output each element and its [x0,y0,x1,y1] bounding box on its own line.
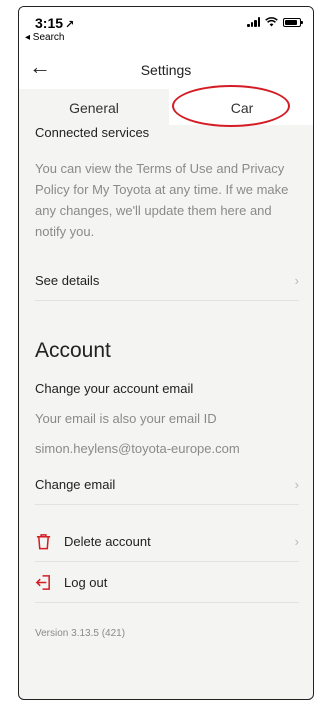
log-out-label: Log out [64,574,108,590]
page-title: Settings [140,62,192,78]
clock-text: 3:15 [35,15,64,31]
trash-icon [36,533,51,549]
change-email-title: Change your account email [35,381,194,396]
location-icon: ↗ [65,19,75,31]
nav-header: ← Settings [19,51,313,89]
logout-icon [35,574,50,590]
phone-screen: 3:15 ↗ ◂ Search ← Settings Car General Co… [18,6,314,700]
version-text: Version 3.13.5 (421) [35,628,126,639]
delete-account-group: Delete account [35,533,151,550]
settings-tabs: Car General [19,89,313,125]
log-out-row[interactable]: Log out [35,562,299,603]
email-value: simon.heylens@toyota-europe.com [35,441,240,456]
account-title: Account [35,339,111,362]
back-to-search-link[interactable]: ◂ Search [25,32,64,43]
tab-car-label: Car [230,100,254,116]
tab-general-label: General [69,100,119,116]
chevron-right-icon: › [294,476,299,492]
email-note: Your email is also your email ID [35,411,217,426]
wifi-icon [265,17,278,27]
see-details-row[interactable]: See details › [35,260,299,301]
status-icons [247,17,303,27]
connected-services-text: You can view the Terms of Use and Privac… [35,161,289,239]
chevron-right-icon: › [294,272,299,288]
status-bar: 3:15 ↗ ◂ Search [19,7,313,51]
settings-content: Connected services You can view the Term… [35,125,299,639]
delete-account-label: Delete account [64,533,151,549]
change-email-row[interactable]: Change email › [35,464,299,505]
log-out-group: Log out [35,574,107,591]
connected-services-title: Connected services [35,125,150,140]
tab-general[interactable]: General [19,89,169,125]
battery-icon [283,17,303,27]
see-details-label: See details [35,272,100,288]
status-time: 3:15 ↗ [35,15,74,31]
tab-car[interactable]: Car [169,89,313,125]
change-email-label: Change email [35,476,116,492]
delete-account-row[interactable]: Delete account › [35,521,299,562]
signal-icon [247,17,260,27]
chevron-right-icon: › [294,533,299,549]
